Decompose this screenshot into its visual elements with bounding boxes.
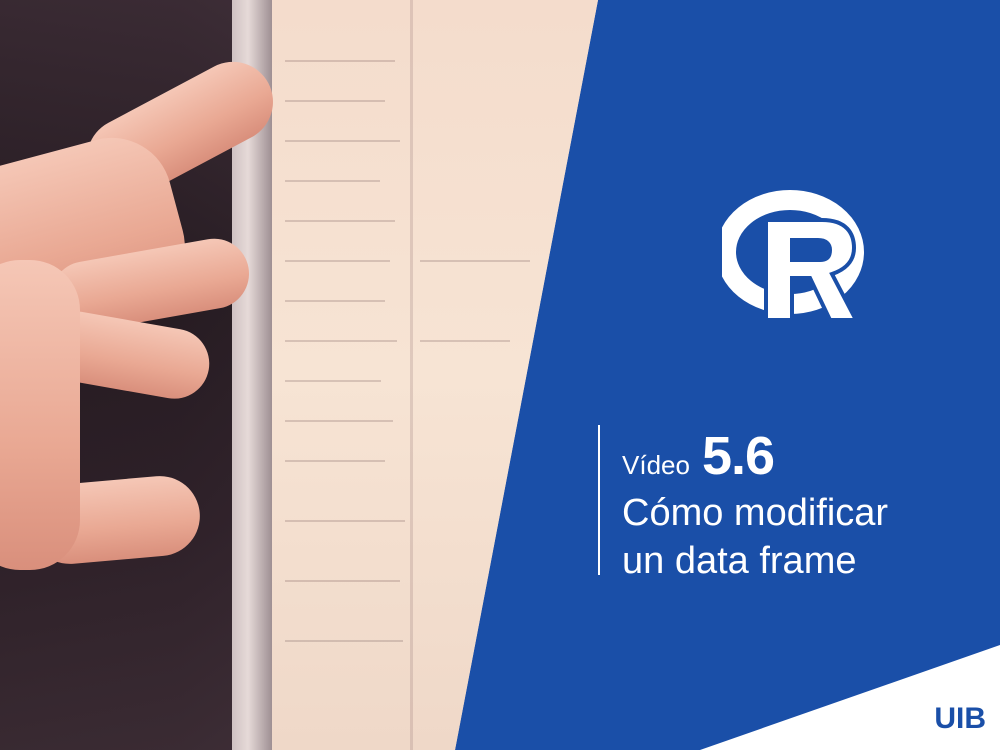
subtitle-line-1: Cómo modificar xyxy=(622,492,889,534)
video-number: 5.6 xyxy=(701,426,775,486)
screen-text-line xyxy=(285,60,395,62)
screen-text-line xyxy=(285,420,393,422)
screen-text-line xyxy=(285,380,381,382)
subtitle-line-2: un data frame xyxy=(622,540,857,582)
screen-text-line xyxy=(285,640,403,642)
screen-text-line xyxy=(285,460,385,462)
background-photo xyxy=(0,0,598,750)
screen-text-line xyxy=(285,100,385,102)
screen-column-divider xyxy=(410,0,413,750)
screen-text-line xyxy=(285,180,380,182)
palm xyxy=(0,260,80,570)
title-block: Vídeo 5.6 Cómo modificar un data frame xyxy=(598,425,889,582)
r-logo-icon xyxy=(722,190,864,322)
uib-logo: UIB xyxy=(934,702,986,735)
video-heading: Vídeo 5.6 xyxy=(622,425,888,487)
video-label: Vídeo xyxy=(622,450,690,480)
screen-text-line xyxy=(285,220,395,222)
monitor-screen xyxy=(272,0,598,750)
screen-text-line xyxy=(285,140,400,142)
screen-text-line xyxy=(285,300,385,302)
screen-text-line xyxy=(285,580,400,582)
screen-text-line xyxy=(285,260,390,262)
screen-text-line xyxy=(420,340,510,342)
screen-text-line xyxy=(285,340,397,342)
screen-text-line xyxy=(420,260,530,262)
screen-text-line xyxy=(285,520,405,522)
